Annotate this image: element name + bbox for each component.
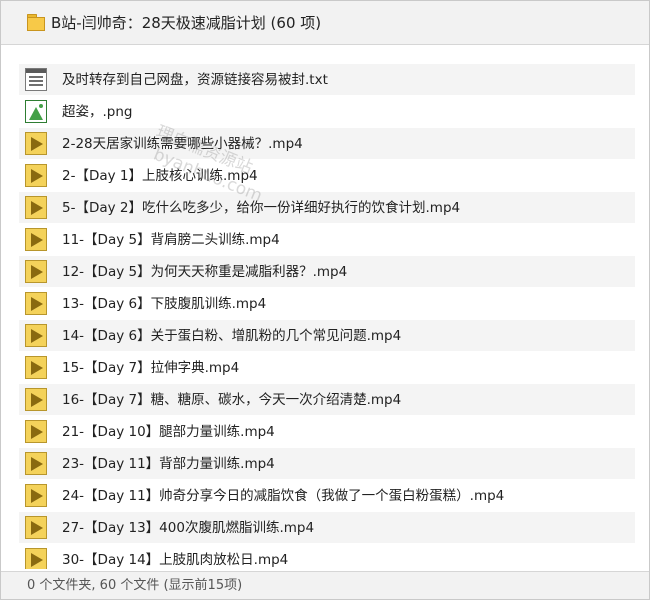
file-name: 12-【Day 5】为何天天称重是减脂利器？.mp4: [62, 264, 348, 280]
file-row[interactable]: 2-28天居家训练需要哪些小器械？.mp4: [19, 128, 635, 160]
file-row[interactable]: 30-【Day 14】上肢肌肉放松日.mp4: [19, 544, 635, 569]
video-file-icon: [25, 388, 47, 411]
file-row[interactable]: 11-【Day 5】背肩膀二头训练.mp4: [19, 224, 635, 256]
file-row[interactable]: 及时转存到自己网盘，资源链接容易被封.txt: [19, 64, 635, 96]
video-file-icon: [25, 132, 47, 155]
file-list: 及时转存到自己网盘，资源链接容易被封.txt 超姿，.png 2-28天居家训练需要…: [19, 64, 635, 569]
file-row[interactable]: 27-【Day 13】400次腹肌燃脂训练.mp4: [19, 512, 635, 544]
file-list-window: B站-闫帅奇：28天极速减脂计划 (60 项) 及时转存到自己网盘，资源链接容易…: [0, 0, 650, 600]
video-file-icon: [25, 452, 47, 475]
video-file-icon: [25, 324, 47, 347]
title-bar: B站-闫帅奇：28天极速减脂计划 (60 项): [1, 1, 649, 45]
file-name: 及时转存到自己网盘，资源链接容易被封.txt: [62, 72, 328, 88]
file-row[interactable]: 12-【Day 5】为何天天称重是减脂利器？.mp4: [19, 256, 635, 288]
video-file-icon: [25, 292, 47, 315]
video-file-icon: [25, 356, 47, 379]
file-name: 21-【Day 10】腿部力量训练.mp4: [62, 424, 275, 440]
file-name: 5-【Day 2】吃什么吃多少，给你一份详细好执行的饮食计划.mp4: [62, 200, 461, 216]
file-name: 14-【Day 6】关于蛋白粉、增肌粉的几个常见问题.mp4: [62, 328, 402, 344]
video-file-icon: [25, 548, 47, 569]
status-bar: 0 个文件夹, 60 个文件 (显示前15项): [1, 571, 649, 599]
file-name: 23-【Day 11】背部力量训练.mp4: [62, 456, 275, 472]
file-name: 2-【Day 1】上肢核心训练.mp4: [62, 168, 258, 184]
window-title: B站-闫帅奇：28天极速减脂计划 (60 项): [51, 14, 322, 32]
video-file-icon: [25, 164, 47, 187]
file-row[interactable]: 24-【Day 11】帅奇分享今日的减脂饮食（我做了一个蛋白粉蛋糕）.mp4: [19, 480, 635, 512]
file-name: 11-【Day 5】背肩膀二头训练.mp4: [62, 232, 280, 248]
file-row[interactable]: 2-【Day 1】上肢核心训练.mp4: [19, 160, 635, 192]
file-row[interactable]: 5-【Day 2】吃什么吃多少，给你一份详细好执行的饮食计划.mp4: [19, 192, 635, 224]
file-name: 超姿，.png: [62, 104, 133, 120]
file-row[interactable]: 13-【Day 6】下肢腹肌训练.mp4: [19, 288, 635, 320]
file-row[interactable]: 14-【Day 6】关于蛋白粉、增肌粉的几个常见问题.mp4: [19, 320, 635, 352]
file-row[interactable]: 21-【Day 10】腿部力量训练.mp4: [19, 416, 635, 448]
video-file-icon: [25, 260, 47, 283]
text-file-icon: [25, 68, 47, 91]
image-file-icon: [25, 100, 47, 123]
file-name: 30-【Day 14】上肢肌肉放松日.mp4: [62, 552, 289, 568]
file-name: 24-【Day 11】帅奇分享今日的减脂饮食（我做了一个蛋白粉蛋糕）.mp4: [62, 488, 505, 504]
video-file-icon: [25, 228, 47, 251]
video-file-icon: [25, 484, 47, 507]
video-file-icon: [25, 196, 47, 219]
file-row[interactable]: 15-【Day 7】拉伸字典.mp4: [19, 352, 635, 384]
file-name: 2-28天居家训练需要哪些小器械？.mp4: [62, 136, 303, 152]
file-row[interactable]: 23-【Day 11】背部力量训练.mp4: [19, 448, 635, 480]
file-name: 27-【Day 13】400次腹肌燃脂训练.mp4: [62, 520, 315, 536]
file-row[interactable]: 16-【Day 7】糖、糖原、碳水，今天一次介绍清楚.mp4: [19, 384, 635, 416]
file-name: 16-【Day 7】糖、糖原、碳水，今天一次介绍清楚.mp4: [62, 392, 402, 408]
video-file-icon: [25, 516, 47, 539]
video-file-icon: [25, 420, 47, 443]
folder-icon: [27, 14, 45, 31]
status-text: 0 个文件夹, 60 个文件 (显示前15项): [27, 578, 243, 593]
file-name: 13-【Day 6】下肢腹肌训练.mp4: [62, 296, 267, 312]
file-name: 15-【Day 7】拉伸字典.mp4: [62, 360, 240, 376]
file-row[interactable]: 超姿，.png: [19, 96, 635, 128]
